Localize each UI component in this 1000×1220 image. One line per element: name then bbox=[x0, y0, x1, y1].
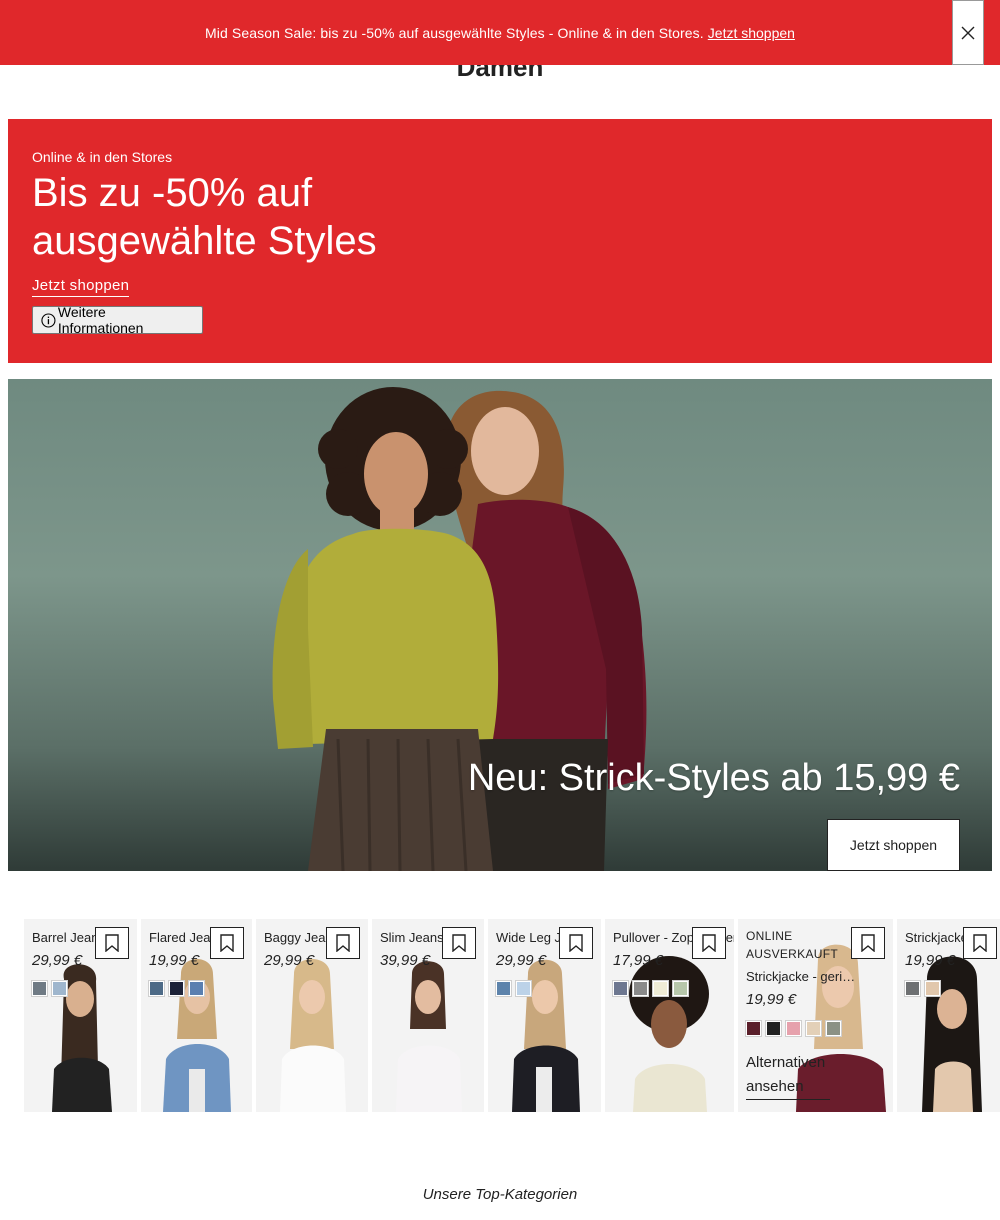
color-swatches bbox=[31, 980, 68, 997]
product-name: Slim Jeans bbox=[380, 930, 444, 945]
product-card[interactable]: Slim Jeans 39,99 € bbox=[372, 919, 484, 1112]
color-swatch[interactable] bbox=[31, 980, 48, 997]
bookmark-icon bbox=[220, 934, 234, 952]
bookmark-icon bbox=[861, 934, 875, 952]
product-name: Strickjacke - gerippt bbox=[746, 969, 858, 987]
product-carousel: Barrel Jeans 29,99 € Flared Jeans 19,99 … bbox=[0, 919, 1000, 1112]
sale-headline-line1: Bis zu -50% auf bbox=[32, 171, 313, 215]
color-swatch[interactable] bbox=[632, 980, 649, 997]
product-card[interactable]: Baggy Jeans 29,99 € bbox=[256, 919, 368, 1112]
product-card[interactable]: Barrel Jeans 29,99 € bbox=[24, 919, 137, 1112]
color-swatch[interactable] bbox=[515, 980, 532, 997]
color-swatch[interactable] bbox=[672, 980, 689, 997]
sale-headline: Bis zu -50% auf ausgewählte Styles bbox=[32, 169, 968, 265]
color-swatch[interactable] bbox=[825, 1020, 842, 1037]
color-swatch[interactable] bbox=[805, 1020, 822, 1037]
color-swatch[interactable] bbox=[51, 980, 68, 997]
out-of-stock-badge: ONLINE AUSVERKAUFT bbox=[746, 929, 838, 961]
color-swatch[interactable] bbox=[168, 980, 185, 997]
product-price: 19,99 € bbox=[746, 991, 797, 1008]
alternatives-label: Alternativen ansehen bbox=[746, 1051, 830, 1100]
sale-shop-link[interactable]: Jetzt shoppen bbox=[32, 277, 130, 297]
hero-shop-button[interactable]: Jetzt shoppen bbox=[827, 819, 960, 871]
wishlist-button[interactable] bbox=[963, 927, 997, 959]
close-icon bbox=[961, 26, 975, 39]
product-price: 19,99 € bbox=[149, 952, 200, 969]
wishlist-button[interactable] bbox=[851, 927, 885, 959]
wishlist-button[interactable] bbox=[95, 927, 129, 959]
color-swatch[interactable] bbox=[745, 1020, 762, 1037]
color-swatch[interactable] bbox=[904, 980, 921, 997]
color-swatch[interactable] bbox=[924, 980, 941, 997]
product-price: 29,99 € bbox=[32, 952, 83, 969]
wishlist-button[interactable] bbox=[442, 927, 476, 959]
sale-banner: Online & in den Stores Bis zu -50% auf a… bbox=[8, 119, 992, 363]
color-swatch[interactable] bbox=[148, 980, 165, 997]
color-swatches bbox=[904, 980, 941, 997]
bookmark-icon bbox=[569, 934, 583, 952]
product-price: 29,99 € bbox=[264, 952, 315, 969]
bookmark-icon bbox=[452, 934, 466, 952]
wishlist-button[interactable] bbox=[326, 927, 360, 959]
announcement-close-button[interactable] bbox=[952, 0, 984, 65]
announcement-shop-link[interactable]: Jetzt shoppen bbox=[708, 25, 795, 41]
color-swatches bbox=[148, 980, 205, 997]
bookmark-icon bbox=[702, 934, 716, 952]
bookmark-icon bbox=[105, 934, 119, 952]
color-swatch[interactable] bbox=[652, 980, 669, 997]
product-price: 29,99 € bbox=[496, 952, 547, 969]
product-price: 39,99 € bbox=[380, 952, 431, 969]
sale-kicker: Online & in den Stores bbox=[32, 149, 173, 165]
wishlist-button[interactable] bbox=[692, 927, 726, 959]
announcement-bar: Mid Season Sale: bis zu -50% auf ausgewä… bbox=[0, 0, 1000, 65]
bookmark-icon bbox=[973, 934, 987, 952]
more-info-button[interactable]: Weitere Informationen bbox=[32, 304, 203, 336]
alternatives-link[interactable]: Alternativen ansehen bbox=[746, 1051, 830, 1100]
product-card[interactable]: Wide Leg Jeans 29,99 € bbox=[488, 919, 601, 1112]
hero-banner[interactable]: Neu: Strick-Styles ab 15,99 € Jetzt shop… bbox=[8, 379, 992, 871]
bookmark-icon bbox=[336, 934, 350, 952]
sale-headline-line2: ausgewählte Styles bbox=[32, 219, 377, 263]
product-card[interactable]: Strickjacke 19,99 € bbox=[897, 919, 1000, 1112]
more-info-label: Weitere Informationen bbox=[57, 304, 144, 336]
product-name: Strickjacke bbox=[905, 930, 968, 945]
color-swatches bbox=[495, 980, 532, 997]
product-name-text: Strickjacke - gerippt bbox=[746, 969, 858, 984]
color-swatch[interactable] bbox=[612, 980, 629, 997]
wishlist-button[interactable] bbox=[210, 927, 244, 959]
top-categories-heading: Unsere Top-Kategorien bbox=[422, 1186, 578, 1203]
color-swatch[interactable] bbox=[765, 1020, 782, 1037]
color-swatch[interactable] bbox=[495, 980, 512, 997]
wishlist-button[interactable] bbox=[559, 927, 593, 959]
hero-title: Neu: Strick-Styles ab 15,99 € bbox=[467, 757, 960, 799]
product-card[interactable]: ONLINE AUSVERKAUFT Strickjacke - gerippt… bbox=[738, 919, 893, 1112]
product-price: 19,99 € bbox=[905, 952, 956, 969]
color-swatches bbox=[745, 1020, 842, 1037]
color-swatches bbox=[612, 980, 689, 997]
product-price: 17,99 € bbox=[613, 952, 664, 969]
info-icon bbox=[41, 312, 56, 328]
color-swatch[interactable] bbox=[188, 980, 205, 997]
product-card[interactable]: Flared Jeans 19,99 € bbox=[141, 919, 252, 1112]
announcement-text: Mid Season Sale: bis zu -50% auf ausgewä… bbox=[205, 24, 704, 41]
color-swatch[interactable] bbox=[785, 1020, 802, 1037]
product-card[interactable]: Pullover - Zopfmuster 17,99 € bbox=[605, 919, 734, 1112]
